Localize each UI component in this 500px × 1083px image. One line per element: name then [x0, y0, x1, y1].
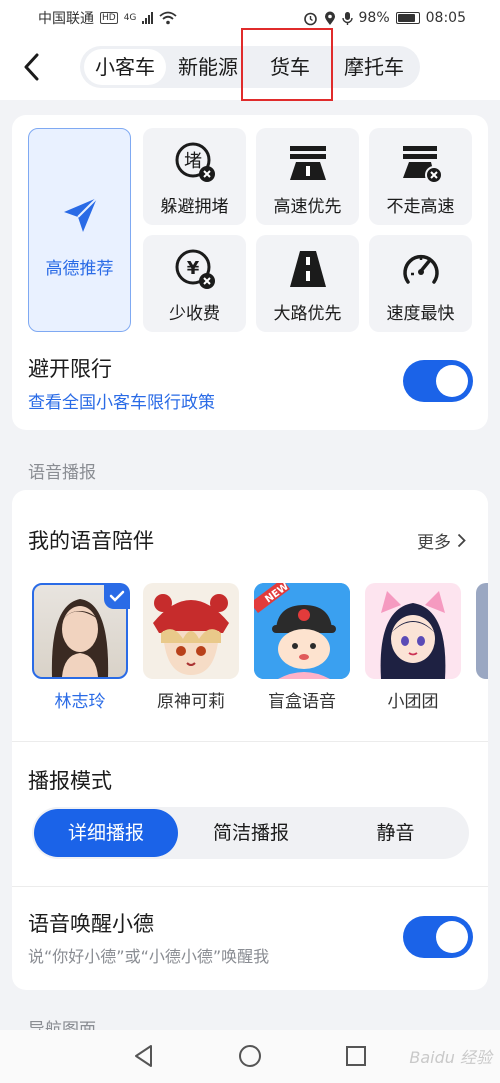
- avoid-limit-toggle[interactable]: [403, 360, 473, 402]
- more-voices-link[interactable]: 更多: [417, 528, 466, 553]
- hd-badge: HD: [100, 12, 118, 24]
- option-label: 躲避拥堵: [160, 197, 229, 217]
- voice-wake-toggle[interactable]: [403, 916, 473, 958]
- main-road-icon: [290, 251, 326, 287]
- option-label: 高速优先: [273, 197, 342, 217]
- avatar-name: 林志玲: [54, 692, 106, 712]
- recents-square-icon[interactable]: [343, 1043, 369, 1069]
- avoid-congestion-icon: 堵: [175, 142, 215, 182]
- voice-wake-title: 语音唤醒小德: [28, 912, 154, 936]
- option-label: 不走高速: [386, 197, 455, 217]
- selected-check-icon: [104, 583, 130, 609]
- less-toll-icon: ¥: [175, 249, 215, 289]
- divider: [12, 886, 488, 887]
- option-highway-first[interactable]: 高速优先: [256, 128, 359, 225]
- option-fastest[interactable]: 速度最快: [369, 235, 472, 332]
- avatar: [143, 583, 239, 679]
- mode-detailed[interactable]: 详细播报: [34, 809, 178, 857]
- back-button[interactable]: [14, 50, 48, 84]
- back-triangle-icon[interactable]: [131, 1043, 157, 1069]
- svg-text:堵: 堵: [184, 151, 202, 172]
- more-label: 更多: [417, 533, 451, 553]
- option-avoid-congestion[interactable]: 堵 躲避拥堵: [143, 128, 246, 225]
- route-preference-card: 高德推荐 堵 躲避拥堵 高速优先 不走高速 ¥ 少收费 大路优先 速度最快 避开…: [12, 115, 488, 430]
- avatar-overflow-edge: [476, 583, 488, 679]
- recommended-label: 高德推荐: [45, 259, 114, 279]
- watermark: Baidu 经验: [409, 1048, 492, 1067]
- option-label: 少收费: [169, 304, 220, 324]
- mic-icon: [341, 11, 353, 25]
- no-highway-icon: [403, 146, 443, 184]
- option-no-highway[interactable]: 不走高速: [369, 128, 472, 225]
- avoid-limit-title: 避开限行: [28, 357, 112, 381]
- option-less-toll[interactable]: ¥ 少收费: [143, 235, 246, 332]
- option-label: 大路优先: [273, 304, 342, 324]
- limit-policy-link[interactable]: 查看全国小客车限行政策: [28, 388, 215, 413]
- divider: [12, 741, 488, 742]
- carrier-label: 中国联通: [38, 11, 94, 27]
- avatar: NEW: [254, 583, 350, 679]
- mode-concise[interactable]: 简洁播报: [178, 807, 324, 859]
- voice-avatar-item[interactable]: NEW 盲盒语音: [254, 583, 350, 713]
- status-left: 中国联通 HD 4G: [38, 8, 177, 28]
- truck-tab-highlight: [241, 28, 333, 101]
- option-main-road[interactable]: 大路优先: [256, 235, 359, 332]
- home-circle-icon[interactable]: [237, 1043, 263, 1069]
- battery-icon: [395, 12, 420, 24]
- broadcast-mode-selector: 详细播报 简洁播报 静音: [32, 807, 469, 859]
- signal-icon: [142, 12, 154, 24]
- voice-section-label: 语音播报: [28, 463, 96, 483]
- battery-percent: 98%: [358, 10, 390, 26]
- system-nav-bar: Baidu 经验: [0, 1030, 500, 1083]
- tab-car[interactable]: 小客车: [84, 49, 166, 85]
- broadcast-mode-title: 播报模式: [28, 769, 112, 793]
- svg-text:¥: ¥: [187, 258, 200, 279]
- location-icon: [324, 11, 335, 25]
- clock: 08:05: [425, 10, 466, 26]
- status-right: 98% 08:05: [303, 10, 466, 26]
- network-label: 4G: [123, 13, 137, 23]
- voice-avatar-item[interactable]: 原神可莉: [143, 583, 239, 713]
- chevron-left-icon: [24, 53, 39, 81]
- wifi-icon: [159, 11, 177, 25]
- recommended-route-tile[interactable]: 高德推荐: [28, 128, 131, 332]
- voice-card: 我的语音陪伴 更多 林志玲 原神可莉 NEW 盲盒语音 小团团 播报模式 详细播…: [12, 490, 488, 990]
- highway-icon: [290, 146, 326, 180]
- mode-mute[interactable]: 静音: [324, 807, 467, 859]
- alarm-icon: [303, 12, 317, 25]
- tab-new-energy[interactable]: 新能源: [168, 49, 248, 85]
- voice-companion-title: 我的语音陪伴: [28, 529, 154, 553]
- speedometer-icon: [403, 254, 439, 284]
- avatar: [365, 583, 461, 679]
- voice-wake-subtitle: 说“你好小德”或“小德小德”唤醒我: [28, 947, 270, 966]
- avatar-name: 盲盒语音: [268, 692, 336, 712]
- avatar-name: 小团团: [387, 692, 439, 712]
- voice-avatar-item[interactable]: 小团团: [365, 583, 461, 713]
- chevron-right-icon: [457, 533, 466, 548]
- avatar-name: 原神可莉: [157, 692, 225, 712]
- voice-avatar-item[interactable]: 林志玲: [32, 583, 130, 713]
- option-label: 速度最快: [386, 304, 455, 324]
- tab-motorcycle[interactable]: 摩托车: [332, 49, 416, 85]
- navigation-arrow-icon: [64, 197, 98, 232]
